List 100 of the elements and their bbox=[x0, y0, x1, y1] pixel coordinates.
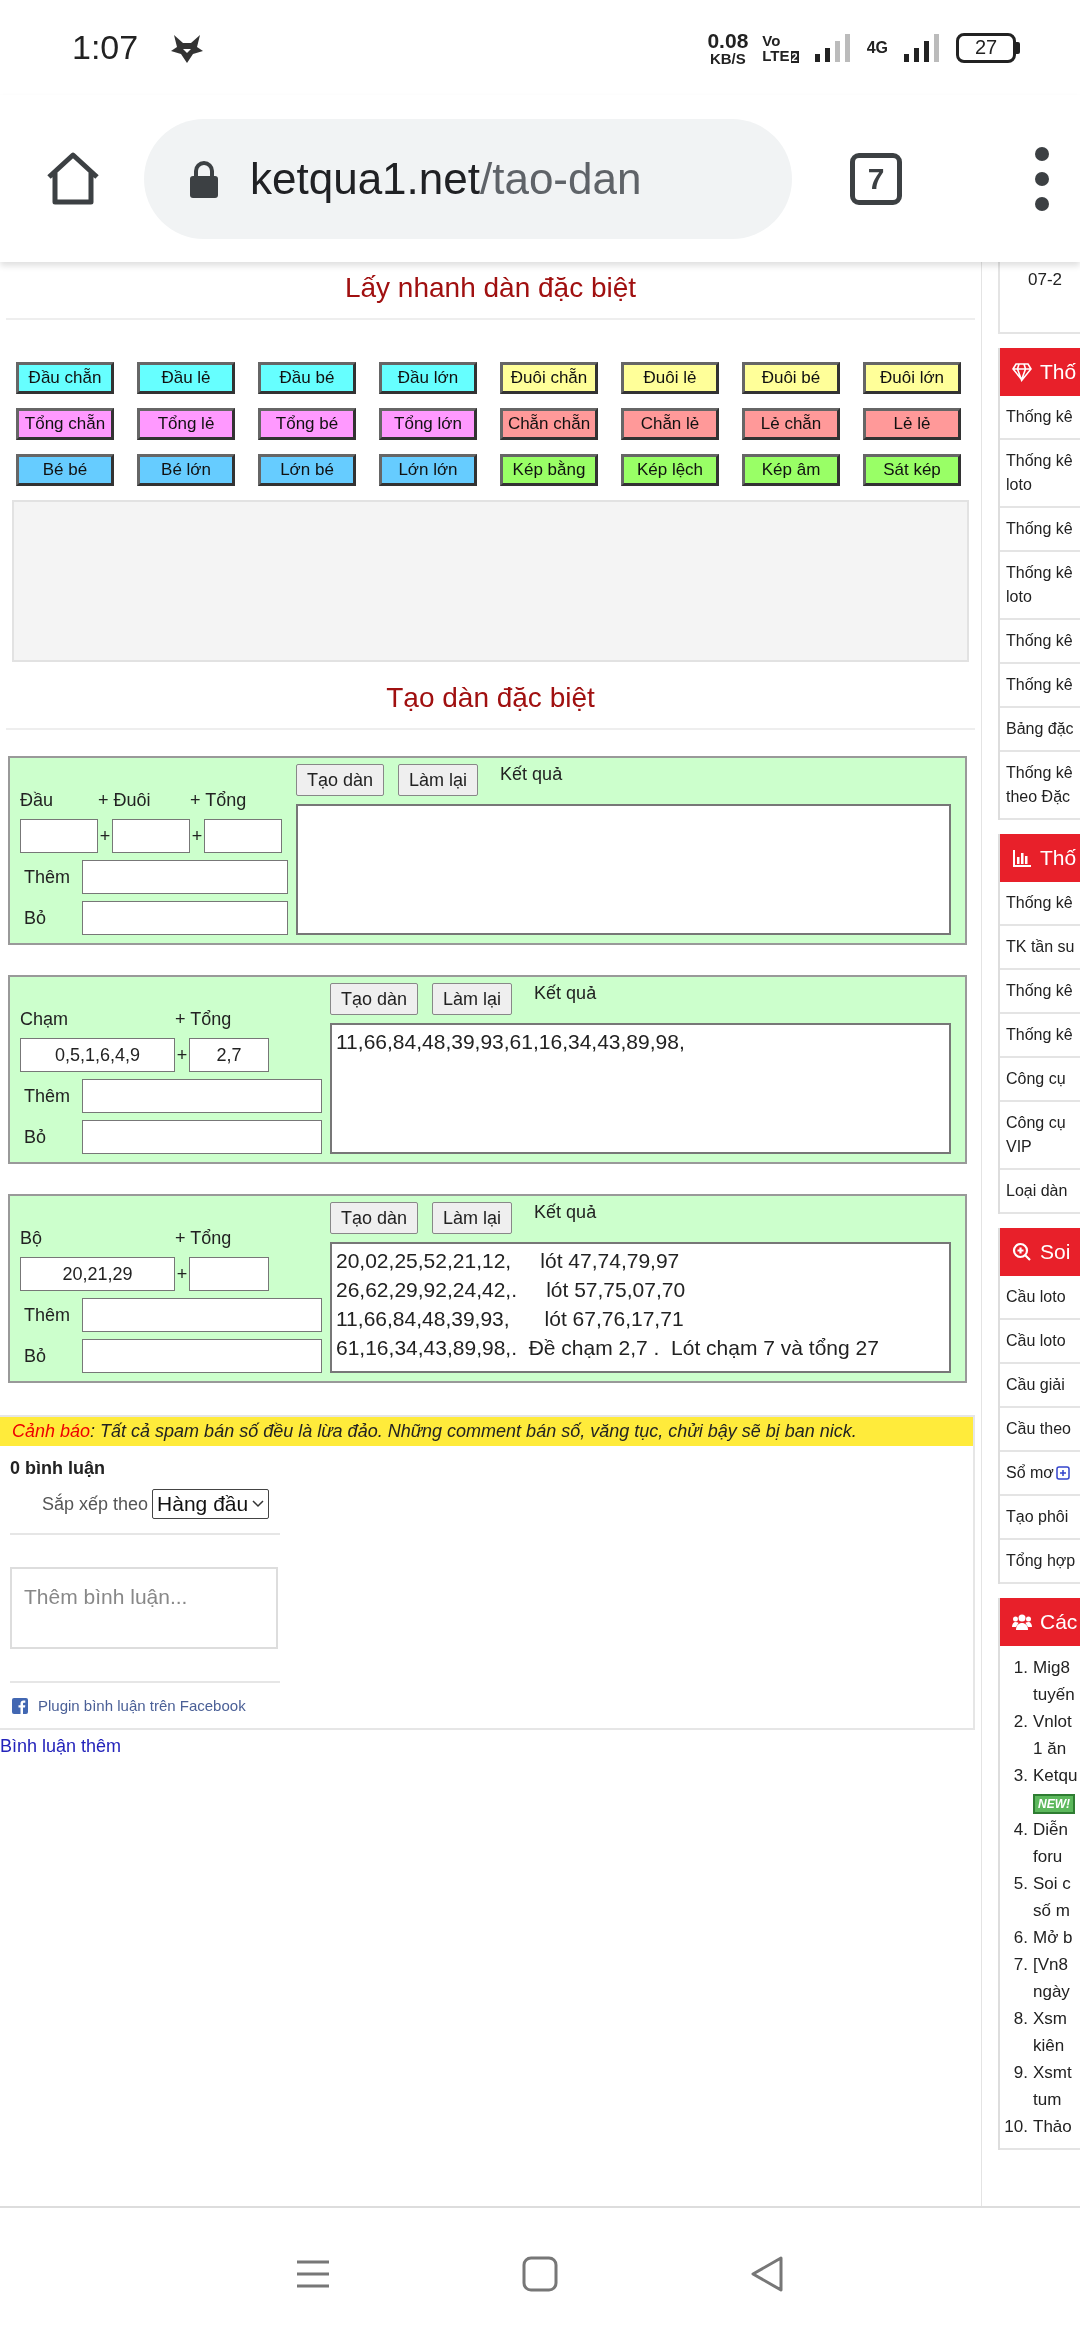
sidebar-link[interactable]: Thống kê loto bbox=[1006, 449, 1073, 497]
preset-button[interactable]: Đầu bé bbox=[258, 362, 356, 394]
battery-level: 27 bbox=[974, 36, 998, 59]
form-button[interactable]: Làm lại bbox=[432, 1202, 513, 1234]
preset-button[interactable]: Lớn lớn bbox=[379, 454, 477, 486]
field-label: + Tổng bbox=[175, 1009, 232, 1029]
input-field[interactable]: 0,5,1,6,4,9 bbox=[20, 1038, 175, 1072]
sidebar-link[interactable]: Thống kê bbox=[1006, 1023, 1073, 1047]
input-field[interactable] bbox=[189, 1257, 269, 1291]
sidebar-link[interactable]: Cầu theo bbox=[1006, 1417, 1071, 1441]
sidebar-link[interactable]: Thống kê bbox=[1006, 891, 1073, 915]
sidebar-link[interactable]: Tạo phôi bbox=[1006, 1505, 1069, 1529]
input-field[interactable]: 2,7 bbox=[189, 1038, 269, 1072]
sidebar-link[interactable]: Xsmt tum bbox=[1033, 2059, 1080, 2113]
sidebar-link[interactable]: Bảng đặc bbox=[1006, 717, 1074, 741]
result-field[interactable]: 11,66,84,48,39,93,61,16,34,43,89,98, bbox=[330, 1023, 951, 1154]
sidebar-link[interactable]: Thống kê loto bbox=[1006, 561, 1073, 609]
sidebar-link[interactable]: Mở b bbox=[1033, 1924, 1080, 1951]
plus-box-icon[interactable] bbox=[1055, 1466, 1070, 1480]
input-field[interactable] bbox=[82, 901, 288, 935]
input-field[interactable] bbox=[204, 819, 282, 853]
form-button[interactable]: Làm lại bbox=[432, 983, 513, 1015]
lte-label: LTE bbox=[762, 46, 790, 64]
sidebar-link[interactable]: Cầu loto bbox=[1006, 1285, 1066, 1309]
list-number: 4. bbox=[1012, 1819, 1028, 1841]
preset-button[interactable]: Chẵn chẵn bbox=[500, 408, 598, 440]
form-button[interactable]: Tạo dàn bbox=[330, 1202, 419, 1234]
sidebar-link[interactable]: Thống kê bbox=[1006, 673, 1073, 697]
sidebar-link[interactable]: Công cụ VIP bbox=[1006, 1111, 1066, 1159]
preset-button[interactable]: Lẻ chẵn bbox=[742, 408, 840, 440]
sidebar-link[interactable]: [Vn8 ngày bbox=[1033, 1951, 1080, 2005]
sort-dropdown[interactable]: Hàng đầu bbox=[152, 1489, 270, 1519]
signal-icon bbox=[812, 31, 853, 64]
sidebar-link[interactable]: Soi c số m bbox=[1033, 1870, 1080, 1924]
sidebar-link[interactable]: Xsm kiên bbox=[1033, 2005, 1080, 2059]
sidebar-link[interactable]: Tổng hợp bbox=[1006, 1549, 1076, 1573]
preset-button[interactable]: Đuôi lớn bbox=[863, 362, 961, 394]
preset-button[interactable]: Tổng lớn bbox=[379, 408, 477, 440]
menu-icon[interactable] bbox=[1034, 145, 1050, 212]
address-bar[interactable]: ketqua1.net/tao-dan bbox=[144, 118, 792, 239]
preset-button[interactable]: Chẵn lẻ bbox=[621, 408, 719, 440]
preset-button[interactable]: Tổng chẵn bbox=[16, 408, 114, 440]
preset-button[interactable]: Đầu chẵn bbox=[16, 362, 114, 394]
preset-button[interactable]: Đuôi bé bbox=[742, 362, 840, 394]
field-label: Thêm bbox=[23, 866, 71, 888]
tab-count-button[interactable]: 7 bbox=[850, 152, 902, 205]
preset-button[interactable]: Bé lớn bbox=[137, 454, 235, 486]
preset-button[interactable]: Tổng bé bbox=[258, 408, 356, 440]
form-button[interactable]: Tạo dàn bbox=[330, 983, 419, 1015]
sidebar-link[interactable]: Vnlot 1 ăn bbox=[1033, 1708, 1080, 1762]
more-comments-link[interactable]: Bình luận thêm bbox=[0, 1730, 122, 1757]
preset-button[interactable]: Sát kép bbox=[863, 454, 961, 486]
sidebar-link[interactable]: Cầu loto bbox=[1006, 1329, 1066, 1353]
preset-button[interactable]: Lẻ lẻ bbox=[863, 408, 961, 440]
sidebar-link[interactable]: Diễn foru bbox=[1033, 1816, 1080, 1870]
sidebar-link[interactable]: Thống kê bbox=[1006, 405, 1073, 429]
preset-button[interactable]: Đầu lớn bbox=[379, 362, 477, 394]
input-field[interactable] bbox=[82, 860, 288, 894]
sidebar-link[interactable]: Công cụ bbox=[1006, 1067, 1066, 1091]
input-field[interactable] bbox=[82, 1298, 322, 1332]
sidebar-link[interactable]: Cầu giải bbox=[1006, 1373, 1065, 1397]
preset-button[interactable]: Kép bằng bbox=[500, 454, 598, 486]
field-label: Đầu bbox=[20, 790, 54, 810]
input-field[interactable] bbox=[82, 1120, 322, 1154]
plus-sign: + bbox=[175, 1044, 189, 1066]
square-icon[interactable] bbox=[520, 2254, 560, 2294]
preset-button[interactable]: Tổng lẻ bbox=[137, 408, 235, 440]
input-field[interactable] bbox=[20, 819, 98, 853]
sidebar-link[interactable]: Thống kê bbox=[1006, 629, 1073, 653]
sidebar-link[interactable]: Thống kê bbox=[1006, 517, 1073, 541]
sidebar-link[interactable]: TK tần su bbox=[1006, 935, 1075, 959]
form-button[interactable]: Tạo dàn bbox=[296, 764, 385, 796]
field-label: Bỏ bbox=[23, 1345, 48, 1367]
sidebar-link[interactable]: Loại dàn bbox=[1006, 1179, 1068, 1203]
preset-button[interactable]: Bé bé bbox=[16, 454, 114, 486]
sidebar-link[interactable]: Mig8 tuyến bbox=[1033, 1654, 1080, 1708]
field-label: + Tổng bbox=[190, 790, 247, 810]
comment-field[interactable]: Thêm bình luận... bbox=[10, 1567, 278, 1649]
result-field[interactable]: 20,02,25,52,21,12, lót 47,74,79,97 26,62,29,92,24,42,. lót 57,75,07,70 11,66,84,48,39,93, lót 67,76,17,71 61,16,34,43,89,98,. Đề chạm 2,7 . Lót chạm 7 và tổng 27 bbox=[330, 1242, 951, 1373]
preset-button[interactable]: Đuôi lẻ bbox=[621, 362, 719, 394]
input-field[interactable] bbox=[112, 819, 190, 853]
sidebar-link[interactable]: Thảo bbox=[1033, 2113, 1080, 2140]
sidebar-link[interactable]: Thống kê theo Đặc bbox=[1006, 761, 1073, 809]
diamond-icon bbox=[1012, 362, 1032, 382]
input-field[interactable] bbox=[82, 1079, 322, 1113]
field-label: Thêm bbox=[23, 1304, 71, 1326]
preset-button[interactable]: Kép âm bbox=[742, 454, 840, 486]
preset-button[interactable]: Lớn bé bbox=[258, 454, 356, 486]
result-field[interactable] bbox=[296, 804, 951, 935]
sidebar-link[interactable]: Thống kê bbox=[1006, 979, 1073, 1003]
field-label: Bộ bbox=[20, 1228, 43, 1248]
sidebar-link[interactable]: Ketqu bbox=[1033, 1762, 1080, 1789]
preset-button[interactable]: Kép lệch bbox=[621, 454, 719, 486]
preset-button[interactable]: Đuôi chẵn bbox=[500, 362, 598, 394]
chevron-icon bbox=[252, 1500, 265, 1508]
form-button[interactable]: Làm lại bbox=[398, 764, 479, 796]
input-field[interactable]: 20,21,29 bbox=[20, 1257, 175, 1291]
input-field[interactable] bbox=[82, 1339, 322, 1373]
preset-button[interactable]: Đầu lẻ bbox=[137, 362, 235, 394]
sidebar-link[interactable]: Sổ mơ bbox=[1006, 1461, 1054, 1485]
